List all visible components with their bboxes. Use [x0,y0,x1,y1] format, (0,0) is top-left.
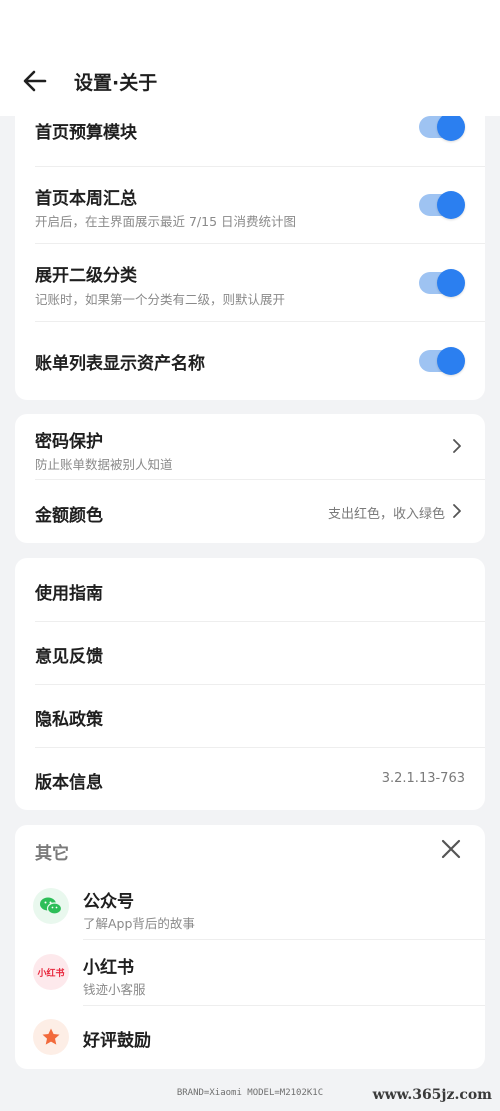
top-app-bar: 设置·关于 [0,0,500,116]
xiaohongshu-icon: 小红书 [33,954,69,990]
version-info-label: 版本信息 [35,773,103,793]
toggle-title: 账单列表显示资产名称 [35,354,205,374]
toggle-title: 首页本周汇总 [35,189,137,209]
close-icon[interactable] [439,837,463,861]
chevron-right-icon [453,439,461,453]
toggle-row-asset-name: 账单列表显示资产名称 [15,321,485,400]
official-account-subtitle: 了解App背后的故事 [83,916,195,931]
user-guide-row[interactable]: 使用指南 [15,558,485,621]
weekly-summary-toggle[interactable] [419,191,465,219]
version-number: 3.2.1.13-763 [381,771,465,786]
amount-color-value: 支出红色，收入绿色 [327,507,445,522]
password-protection-row[interactable]: 密码保护 防止账单数据被别人知道 [15,414,485,479]
info-card: 使用指南 意见反馈 隐私政策 版本信息 3.2.1.13-763 [15,558,485,810]
toggle-title: 展开二级分类 [35,266,137,286]
amount-color-row[interactable]: 金额颜色 支出红色，收入绿色 [15,479,485,543]
toggles-card: 首页预算模块 首页本周汇总 开启后，在主界面展示最近 7/15 日消费统计图 展… [15,116,485,400]
security-card: 密码保护 防止账单数据被别人知道 金额颜色 支出红色，收入绿色 [15,414,485,543]
asset-name-toggle[interactable] [419,347,465,375]
back-button[interactable] [20,66,50,96]
toggle-title: 首页预算模块 [35,123,137,143]
rate-app-row[interactable]: 好评鼓励 [15,1005,485,1069]
version-info-row[interactable]: 版本信息 3.2.1.13-763 [15,747,485,810]
password-protection-title: 密码保护 [35,432,103,452]
toggle-subtitle: 开启后，在主界面展示最近 7/15 日消费统计图 [35,214,297,229]
official-account-title: 公众号 [83,892,134,912]
privacy-policy-label: 隐私政策 [35,710,103,730]
toggle-row-weekly-summary: 首页本周汇总 开启后，在主界面展示最近 7/15 日消费统计图 [15,166,485,243]
budget-module-toggle[interactable] [419,116,465,141]
feedback-label: 意见反馈 [35,647,103,667]
password-protection-subtitle: 防止账单数据被别人知道 [35,457,173,472]
other-card: 其它 公众号 了解App背后的故事 小红书 小红书 钱迹小客服 好评鼓励 [15,825,485,1069]
star-icon [33,1019,69,1055]
privacy-policy-row[interactable]: 隐私政策 [15,684,485,747]
wechat-icon [33,888,69,924]
arrow-left-icon [23,70,47,92]
expand-subcategory-toggle[interactable] [419,269,465,297]
chevron-right-icon [453,504,461,518]
xiaohongshu-subtitle: 钱迹小客服 [83,982,146,997]
xiaohongshu-row[interactable]: 小红书 小红书 钱迹小客服 [15,939,485,1005]
toggle-row-subcategory: 展开二级分类 记账时，如果第一个分类有二级，则默认展开 [15,243,485,321]
official-account-row[interactable]: 公众号 了解App背后的故事 [15,873,485,939]
xiaohongshu-icon-text: 小红书 [37,968,65,979]
page-title: 设置·关于 [74,72,158,94]
section-title-other: 其它 [35,844,69,864]
feedback-row[interactable]: 意见反馈 [15,621,485,684]
toggle-row-budget: 首页预算模块 [15,116,485,166]
rate-app-title: 好评鼓励 [83,1031,151,1051]
xiaohongshu-title: 小红书 [83,958,134,978]
user-guide-label: 使用指南 [35,584,103,604]
toggle-subtitle: 记账时，如果第一个分类有二级，则默认展开 [35,292,286,307]
amount-color-title: 金额颜色 [35,506,103,526]
watermark: www.365jz.com [372,1087,492,1103]
